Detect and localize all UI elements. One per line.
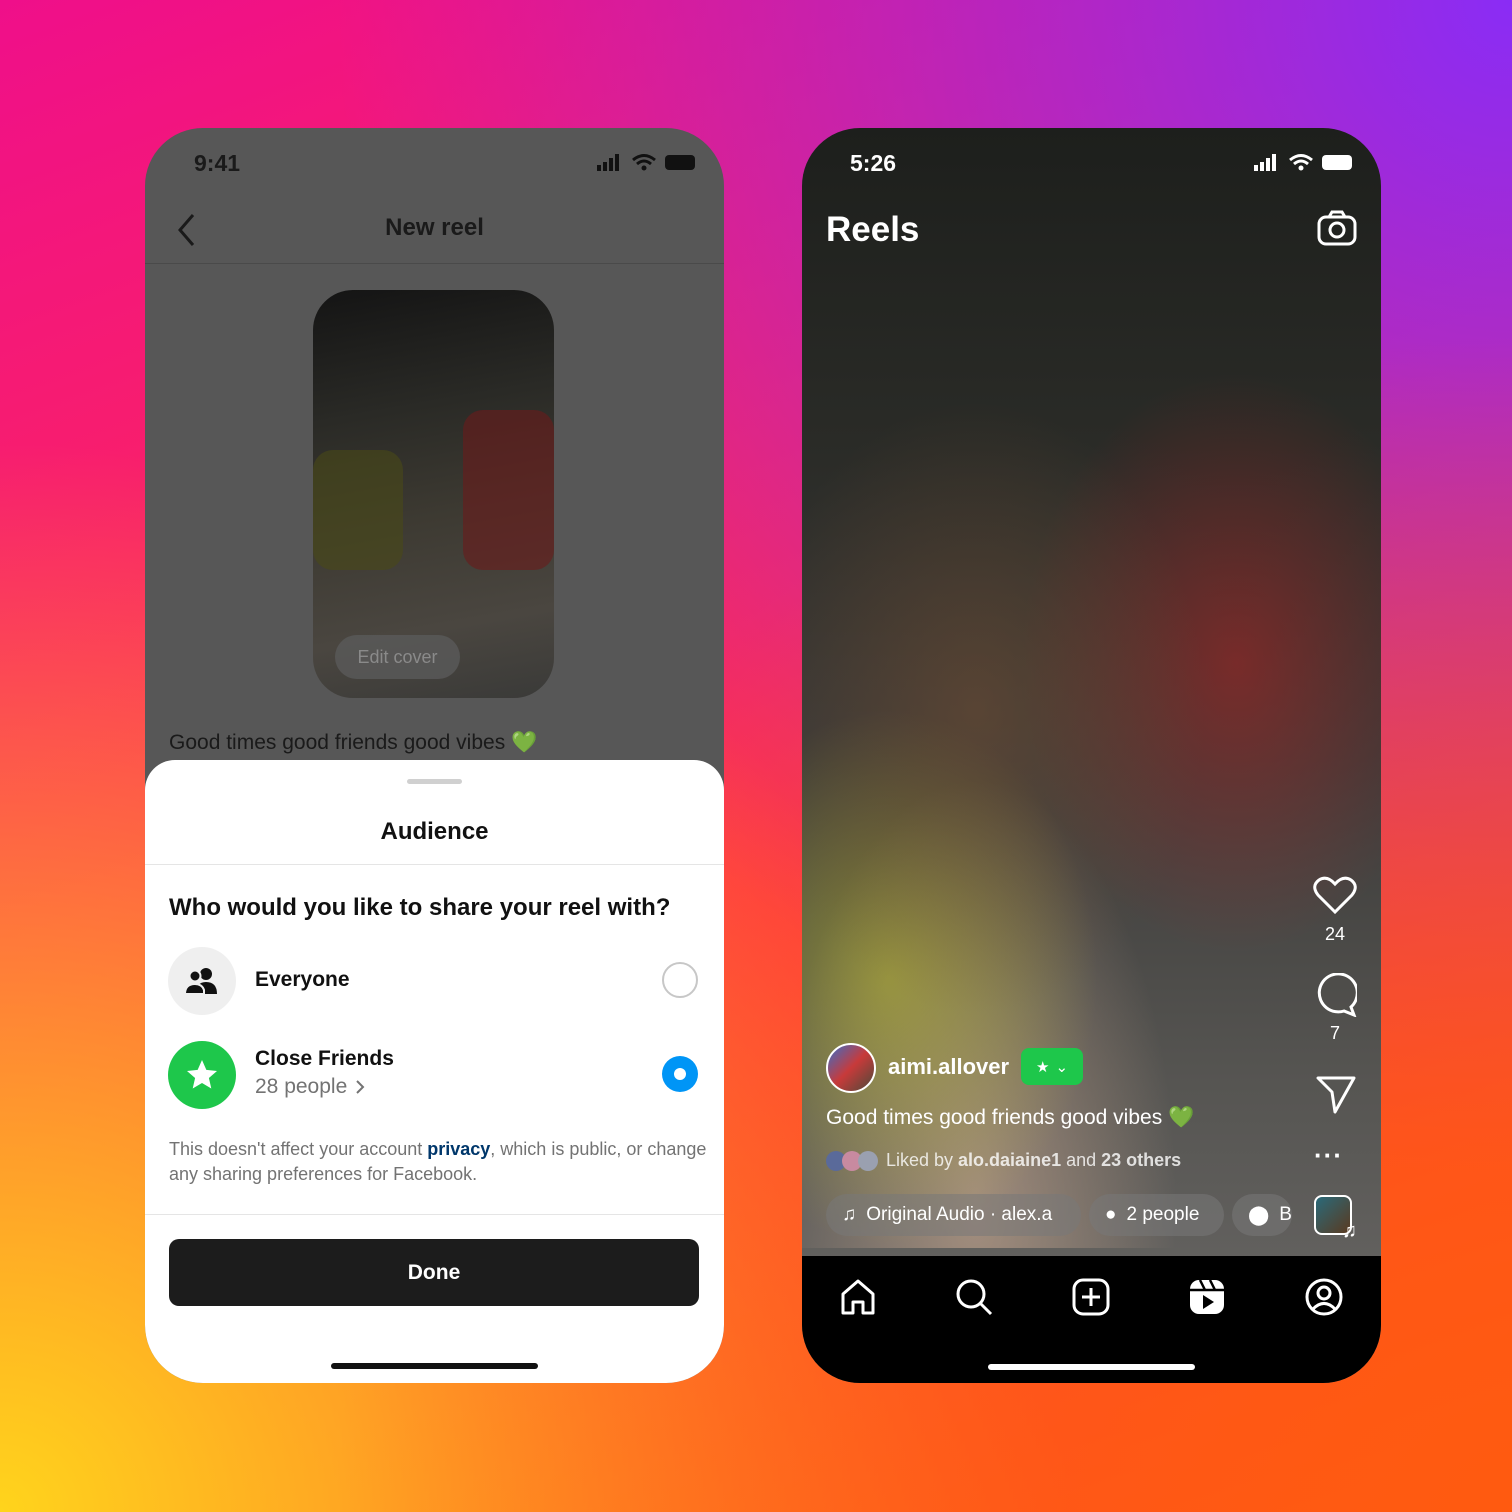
people-icon [168, 947, 236, 1015]
close-friends-count-link[interactable]: 28 people [255, 1075, 365, 1099]
reels-screen: 5:26 Reels 24 7 ··· aimi.allover ★ ⌄ Good… [802, 128, 1381, 1383]
username[interactable]: aimi.allover [888, 1054, 1009, 1080]
liked-text: Liked by [886, 1150, 959, 1170]
sublabel: 28 people [255, 1075, 348, 1098]
option-label: Close Friends [255, 1047, 394, 1070]
likes-count: 24 [1324, 924, 1346, 944]
audio-pill[interactable]: ♫ Original Audio · alex.a [826, 1194, 1081, 1236]
star-icon: ★ [1035, 1058, 1050, 1076]
music-note-icon: ♫ [1342, 1220, 1357, 1242]
comment-icon[interactable] [1313, 973, 1357, 1017]
share-icon[interactable] [1315, 1074, 1357, 1114]
star-icon [168, 1041, 236, 1109]
music-note-icon: ♫ [842, 1204, 857, 1225]
new-reel-screen: 9:41 New reel Edit cover Good times good… [145, 128, 724, 1383]
status-icons [1254, 154, 1352, 171]
person-icon: ● [1105, 1204, 1117, 1225]
chevron-right-icon [356, 1080, 365, 1094]
status-icons [597, 154, 695, 171]
bottom-nav [802, 1256, 1381, 1383]
comments-count: 7 [1329, 1023, 1340, 1043]
radio-close-friends[interactable] [662, 1056, 698, 1092]
note-text: This doesn't affect your account [169, 1139, 428, 1159]
caption: Good times good friends good vibes 💚 [169, 731, 538, 754]
location-pin-icon: ⬤ [1248, 1204, 1270, 1226]
radio-everyone[interactable] [662, 962, 698, 998]
liked-user[interactable]: alo.daiaine1 [958, 1150, 1061, 1170]
done-button[interactable]: Done [169, 1239, 699, 1306]
close-friends-badge[interactable]: ★ ⌄ [1021, 1048, 1083, 1085]
option-label: Everyone [255, 968, 350, 991]
divider [145, 864, 724, 865]
question: Who would you like to share your reel wi… [169, 894, 671, 921]
privacy-note: This doesn't affect your account privacy… [169, 1137, 709, 1187]
divider [145, 1214, 724, 1215]
more-options-icon[interactable]: ··· [1314, 1140, 1343, 1171]
location-label: Br [1279, 1204, 1292, 1225]
page-title: Reels [826, 210, 920, 249]
people-label: 2 people [1126, 1204, 1200, 1225]
liked-by[interactable]: Liked by alo.daiaine1 and 23 others [826, 1150, 1181, 1171]
chevron-down-icon: ⌄ [1055, 1058, 1069, 1076]
profile-icon[interactable] [1305, 1278, 1343, 1316]
reel-cover-thumbnail[interactable]: Edit cover [313, 290, 554, 698]
privacy-link[interactable]: privacy [427, 1139, 490, 1159]
heart-icon[interactable] [1313, 875, 1357, 915]
sheet-title: Audience [380, 818, 489, 845]
divider [145, 263, 724, 264]
caption: Good times good friends good vibes 💚 [826, 1106, 1195, 1129]
camera-icon[interactable] [1317, 210, 1357, 246]
audience-sheet: Audience Who would you like to share you… [145, 760, 724, 1383]
home-indicator [988, 1364, 1195, 1370]
liker-avatars [826, 1150, 878, 1171]
home-indicator [331, 1363, 538, 1369]
liked-others[interactable]: 23 others [1101, 1150, 1181, 1170]
edit-cover-button[interactable]: Edit cover [335, 635, 460, 679]
search-icon[interactable] [955, 1278, 993, 1316]
location-pill[interactable]: ⬤ Br [1232, 1194, 1292, 1236]
sheet-handle[interactable] [407, 779, 462, 784]
status-time: 9:41 [194, 150, 241, 176]
status-time: 5:26 [850, 150, 897, 176]
page-title: New reel [385, 214, 484, 241]
home-icon[interactable] [839, 1278, 877, 1316]
reels-icon[interactable] [1188, 1278, 1226, 1316]
people-tag-pill[interactable]: ● 2 people [1089, 1194, 1224, 1236]
create-icon[interactable] [1072, 1278, 1110, 1316]
audio-label: Original Audio · alex.a [866, 1204, 1053, 1225]
liked-text: and [1061, 1150, 1102, 1170]
avatar[interactable] [826, 1043, 876, 1093]
